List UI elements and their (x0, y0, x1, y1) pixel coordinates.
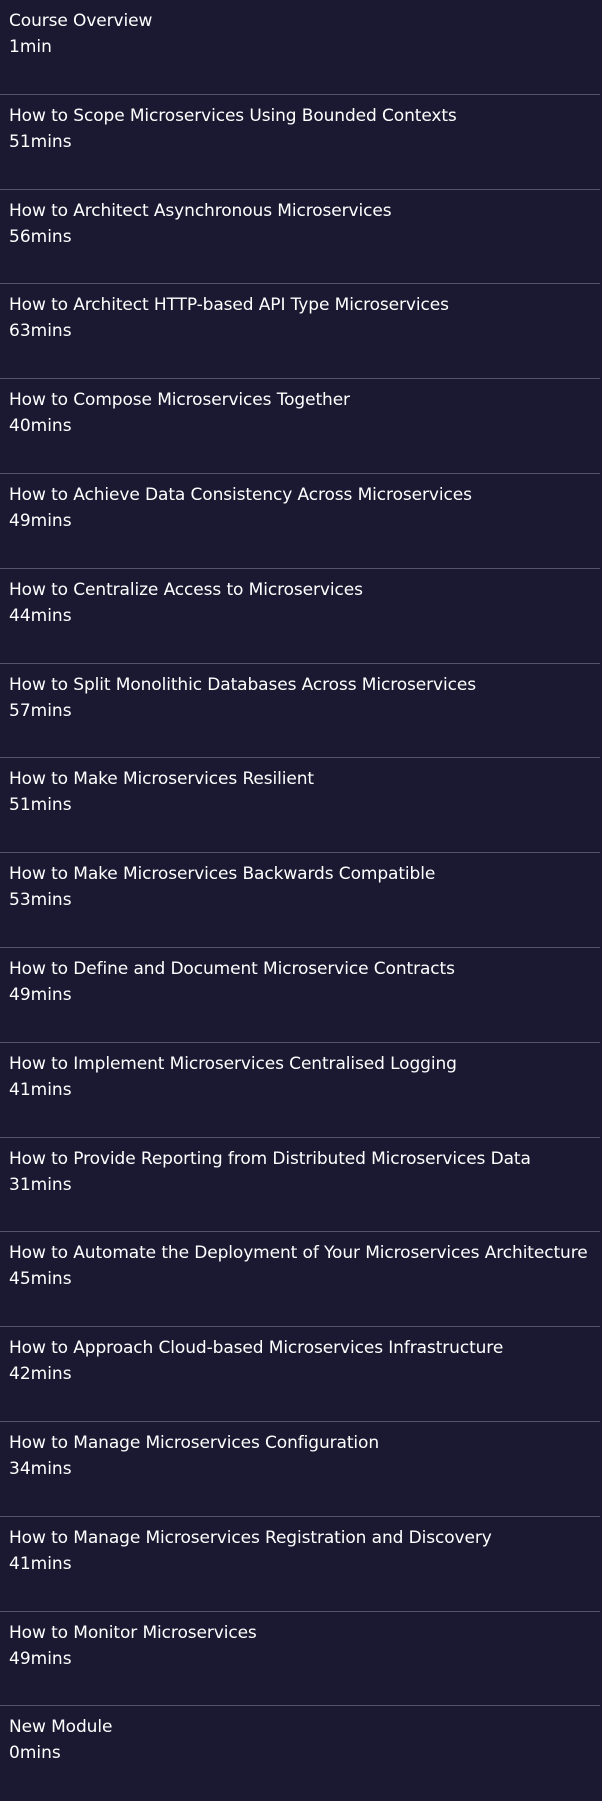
module-title: How to Manage Microservices Configuratio… (9, 1432, 379, 1453)
module-title: How to Split Monolithic Databases Across… (9, 674, 476, 695)
module-title: How to Manage Microservices Registration… (9, 1527, 492, 1548)
module-duration: 63mins (9, 321, 72, 342)
module-duration: 49mins (9, 984, 72, 1005)
module-item[interactable]: How to Architect Asynchronous Microservi… (0, 190, 600, 285)
module-title: How to Provide Reporting from Distribute… (9, 1148, 531, 1169)
module-title: How to Automate the Deployment of Your M… (9, 1243, 588, 1264)
module-title: How to Implement Microservices Centralis… (9, 1053, 457, 1074)
module-item[interactable]: Course Overview 1min (0, 0, 600, 95)
module-title: How to Achieve Data Consistency Across M… (9, 484, 472, 505)
module-item[interactable]: How to Make Microservices Resilient 51mi… (0, 758, 600, 854)
module-item[interactable]: How to Monitor Microservices 49mins (0, 1612, 600, 1707)
module-duration: 53mins (9, 890, 72, 911)
module-item[interactable]: How to Approach Cloud-based Microservice… (0, 1327, 600, 1422)
module-item[interactable]: New Module 0mins (0, 1706, 600, 1801)
module-item[interactable]: How to Achieve Data Consistency Across M… (0, 474, 600, 569)
module-item[interactable]: How to Automate the Deployment of Your M… (0, 1232, 600, 1328)
module-title: New Module (9, 1717, 113, 1738)
module-duration: 41mins (9, 1553, 72, 1574)
module-duration: 44mins (9, 605, 72, 626)
module-duration: 34mins (9, 1458, 72, 1479)
module-title: How to Define and Document Microservice … (9, 958, 455, 979)
module-duration: 51mins (9, 131, 72, 152)
module-title: How to Centralize Access to Microservice… (9, 579, 363, 600)
module-duration: 49mins (9, 510, 72, 531)
module-duration: 40mins (9, 416, 72, 437)
module-item[interactable]: How to Split Monolithic Databases Across… (0, 664, 600, 759)
module-item[interactable]: How to Implement Microservices Centralis… (0, 1043, 600, 1138)
module-duration: 31mins (9, 1174, 72, 1195)
module-duration: 57mins (9, 700, 72, 721)
module-item[interactable]: How to Define and Document Microservice … (0, 948, 600, 1043)
module-title: Course Overview (9, 11, 153, 31)
module-item[interactable]: How to Architect HTTP-based API Type Mic… (0, 284, 600, 380)
module-duration: 0mins (9, 1743, 61, 1764)
module-item[interactable]: How to Manage Microservices Registration… (0, 1517, 600, 1612)
module-duration: 51mins (9, 795, 72, 816)
module-title: How to Scope Microservices Using Bounded… (9, 105, 457, 126)
module-title: How to Compose Microservices Together (9, 390, 350, 411)
module-title: How to Make Microservices Backwards Comp… (9, 864, 436, 885)
module-item[interactable]: How to Provide Reporting from Distribute… (0, 1138, 600, 1233)
module-item[interactable]: How to Centralize Access to Microservice… (0, 569, 600, 664)
module-title: How to Architect HTTP-based API Type Mic… (9, 295, 449, 316)
module-duration: 56mins (9, 226, 72, 247)
module-title: How to Approach Cloud-based Microservice… (9, 1338, 504, 1359)
module-title: How to Architect Asynchronous Microservi… (9, 200, 392, 221)
module-duration: 1min (9, 37, 52, 57)
module-title: How to Monitor Microservices (9, 1622, 257, 1643)
module-title: How to Make Microservices Resilient (9, 769, 314, 790)
module-duration: 45mins (9, 1269, 72, 1290)
module-item[interactable]: How to Manage Microservices Configuratio… (0, 1422, 600, 1517)
module-duration: 42mins (9, 1364, 72, 1385)
module-item[interactable]: How to Scope Microservices Using Bounded… (0, 95, 600, 190)
module-item[interactable]: How to Compose Microservices Together 40… (0, 379, 600, 474)
module-item[interactable]: How to Make Microservices Backwards Comp… (0, 853, 600, 948)
module-duration: 41mins (9, 1079, 72, 1100)
module-duration: 49mins (9, 1648, 72, 1669)
course-module-list: Course Overview 1min How to Scope Micros… (0, 0, 602, 1801)
